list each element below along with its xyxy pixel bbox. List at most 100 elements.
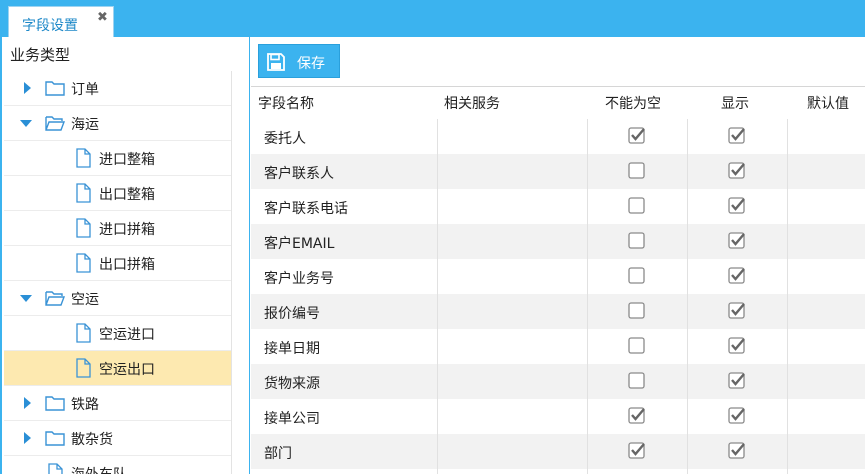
required-checkbox[interactable] [627, 231, 647, 251]
visible-checkbox[interactable] [727, 301, 747, 321]
caret-right-icon[interactable] [24, 397, 31, 409]
required-checkbox[interactable] [627, 266, 647, 286]
save-button-label: 保存 [297, 56, 325, 72]
column-divider [587, 119, 588, 474]
folder-open-icon [45, 291, 66, 306]
table-row[interactable]: 客户业务号 [251, 259, 865, 294]
tree-item[interactable]: 进口拼箱 [4, 211, 232, 246]
visible-checkbox[interactable] [727, 161, 747, 181]
table-row[interactable]: 报价编号 [251, 294, 865, 329]
visible-checkbox[interactable] [727, 406, 747, 426]
file-icon [76, 358, 91, 378]
file-icon [76, 148, 91, 168]
tree-item[interactable]: 空运进口 [4, 316, 232, 351]
tree-item-label: 空运出口 [99, 362, 155, 378]
tree-item[interactable]: 空运 [4, 281, 232, 316]
tree-item-label: 进口整箱 [99, 152, 155, 168]
tree-item-label: 铁路 [71, 397, 99, 413]
field-name-cell: 客户联系人 [264, 166, 334, 182]
required-checkbox[interactable] [627, 126, 647, 146]
tree-item-label: 散杂货 [71, 432, 113, 448]
table-row[interactable]: 客户联系电话 [251, 189, 865, 224]
field-name-cell: 客户业务号 [264, 271, 334, 287]
visible-checkbox[interactable] [727, 126, 747, 146]
caret-down-icon[interactable] [20, 295, 32, 302]
tree-item[interactable]: 空运出口 [4, 351, 232, 386]
file-icon [76, 183, 91, 203]
tree-item[interactable]: 出口整箱 [4, 176, 232, 211]
table-row[interactable]: 接单公司 [251, 399, 865, 434]
required-checkbox[interactable] [627, 161, 647, 181]
tree-item-label: 海外车队 [71, 464, 127, 474]
tree-item[interactable]: 海外车队 [4, 456, 232, 474]
toolbar: 保存 [251, 37, 865, 87]
folder-open-icon [45, 116, 66, 131]
tree-item-label: 空运进口 [99, 327, 155, 343]
table-row[interactable]: 委托人 [251, 119, 865, 154]
column-divider [787, 119, 788, 474]
table-row[interactable]: 客户联系人 [251, 154, 865, 189]
folder-icon [45, 431, 65, 446]
tree-item-label: 出口拼箱 [99, 257, 155, 273]
visible-checkbox[interactable] [727, 336, 747, 356]
folder-icon [45, 81, 65, 96]
tab-field-settings[interactable]: 字段设置 ✖ [8, 6, 114, 37]
table-row[interactable]: 部门 [251, 434, 865, 469]
caret-down-icon[interactable] [20, 120, 32, 127]
caret-right-icon[interactable] [24, 82, 31, 94]
table-row[interactable]: 客户EMAIL [251, 224, 865, 259]
tree-item-label: 海运 [71, 117, 99, 133]
tree-item[interactable]: 铁路 [4, 386, 232, 421]
tree-item-label: 出口整箱 [99, 187, 155, 203]
file-icon [48, 463, 63, 474]
required-checkbox[interactable] [627, 196, 647, 216]
table-row[interactable]: 接单日期 [251, 329, 865, 364]
tree-scrollbar[interactable] [231, 71, 249, 474]
column-header-default-value[interactable]: 默认值 [807, 93, 849, 113]
grid-header: 字段名称 相关服务 不能为空 显示 默认值 [251, 87, 865, 119]
table-row[interactable]: 货物来源 [251, 364, 865, 399]
floppy-disk-icon [267, 53, 285, 71]
visible-checkbox[interactable] [727, 196, 747, 216]
required-checkbox[interactable] [627, 441, 647, 461]
field-name-cell: 接单日期 [264, 341, 320, 357]
tree-item-label: 订单 [71, 82, 99, 98]
column-header-visible[interactable]: 显示 [721, 93, 749, 113]
tree-item[interactable]: 进口整箱 [4, 141, 232, 176]
file-icon [76, 323, 91, 343]
column-header-required[interactable]: 不能为空 [605, 93, 661, 113]
tree-item[interactable]: 订单 [4, 71, 232, 106]
file-icon [76, 253, 91, 273]
visible-checkbox[interactable] [727, 266, 747, 286]
column-header-related-service[interactable]: 相关服务 [444, 93, 500, 113]
field-name-cell: 接单公司 [264, 411, 320, 427]
field-name-cell: 报价编号 [264, 306, 320, 322]
caret-right-icon[interactable] [24, 432, 31, 444]
folder-icon [45, 396, 65, 411]
column-divider [437, 119, 438, 474]
required-checkbox[interactable] [627, 406, 647, 426]
required-checkbox[interactable] [627, 336, 647, 356]
close-icon[interactable]: ✖ [97, 10, 108, 25]
visible-checkbox[interactable] [727, 441, 747, 461]
tree-item[interactable]: 散杂货 [4, 421, 232, 456]
field-name-cell: 委托人 [264, 131, 306, 147]
field-name-cell: 货物来源 [264, 376, 320, 392]
tree-item-label: 空运 [71, 292, 99, 308]
tree-item[interactable]: 海运 [4, 106, 232, 141]
save-button[interactable]: 保存 [258, 44, 340, 78]
business-type-tree-panel: 业务类型 订单海运进口整箱出口整箱进口拼箱出口拼箱空运空运进口空运出口铁路散杂货… [0, 37, 250, 474]
tree-item[interactable]: 出口拼箱 [4, 246, 232, 281]
field-name-cell: 客户EMAIL [264, 236, 335, 252]
tab-label: 字段设置 [22, 18, 78, 34]
tab-bar: 字段设置 ✖ [0, 0, 865, 37]
column-divider [687, 119, 688, 474]
visible-checkbox[interactable] [727, 231, 747, 251]
tree-item-label: 进口拼箱 [99, 222, 155, 238]
visible-checkbox[interactable] [727, 371, 747, 391]
column-header-field-name[interactable]: 字段名称 [258, 93, 314, 113]
required-checkbox[interactable] [627, 371, 647, 391]
required-checkbox[interactable] [627, 301, 647, 321]
tree-title: 业务类型 [10, 46, 71, 64]
file-icon [76, 218, 91, 238]
